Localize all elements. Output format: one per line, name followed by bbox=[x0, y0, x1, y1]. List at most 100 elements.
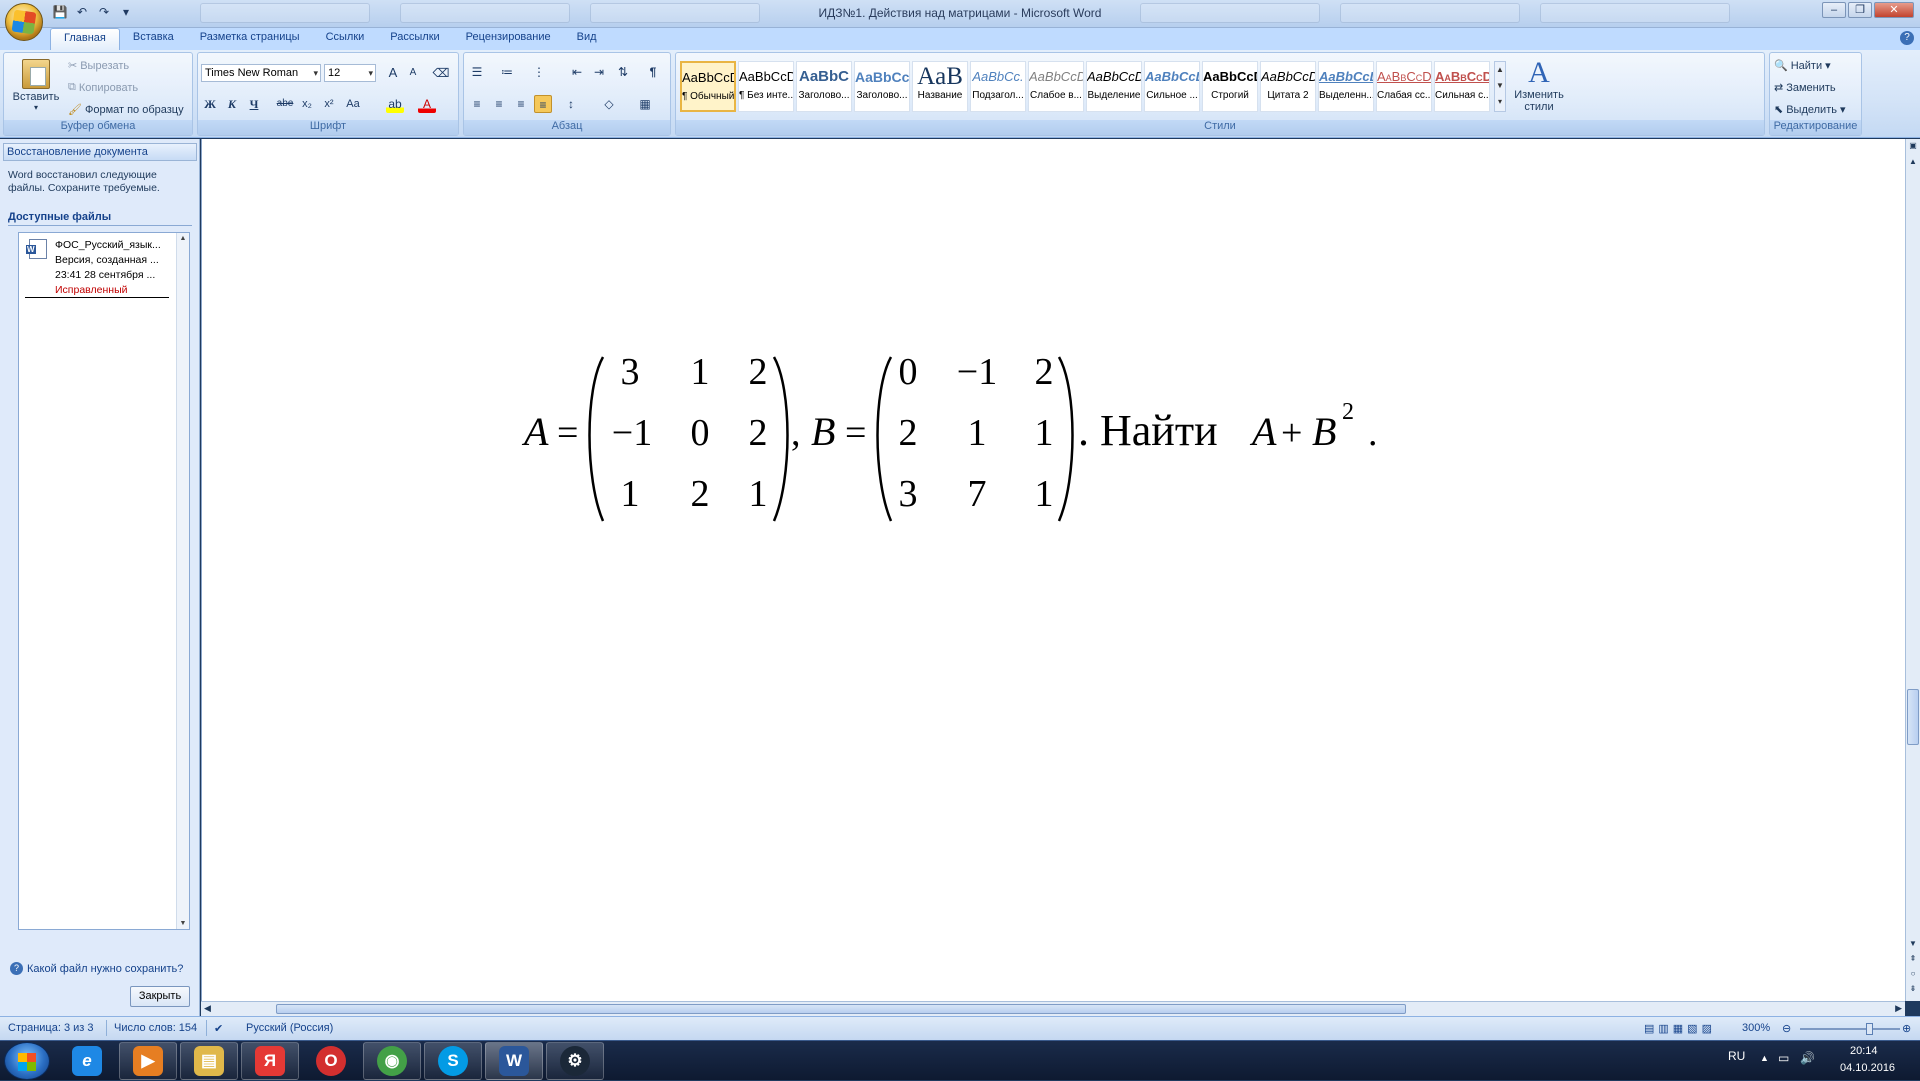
zoom-out-icon[interactable]: ⊖ bbox=[1782, 1022, 1791, 1035]
bullets-icon[interactable]: ☰ bbox=[468, 63, 486, 81]
superscript-icon[interactable]: x² bbox=[320, 95, 338, 113]
style-quote[interactable]: AaBbCcDı Цитата 2 bbox=[1260, 61, 1316, 112]
page-indicator[interactable]: Страница: 3 из 3 bbox=[8, 1022, 94, 1034]
language-indicator[interactable]: Русский (Россия) bbox=[246, 1022, 333, 1034]
taskbar-app[interactable]: Я bbox=[241, 1042, 299, 1080]
maximize-button[interactable]: ❐ bbox=[1848, 2, 1872, 18]
shrink-font-icon[interactable]: A bbox=[404, 64, 422, 82]
zoom-slider[interactable] bbox=[1800, 1023, 1900, 1035]
clock-time[interactable]: 20:14 bbox=[1850, 1045, 1878, 1057]
multilevel-list-icon[interactable]: ⋮ bbox=[530, 63, 548, 81]
ruler-toggle-icon[interactable]: ▣ bbox=[1906, 141, 1920, 150]
show-marks-icon[interactable]: ¶ bbox=[644, 63, 662, 81]
paste-button[interactable]: Вставить ▾ bbox=[10, 57, 62, 117]
minimize-button[interactable]: – bbox=[1822, 2, 1846, 18]
taskbar-app[interactable]: ⚙ bbox=[546, 1042, 604, 1080]
font-family-combo[interactable]: Times New Roman bbox=[201, 64, 321, 82]
taskbar-app[interactable]: e bbox=[58, 1042, 116, 1080]
format-painter-button[interactable]: 🖌 Формат по образцу bbox=[68, 103, 184, 117]
numbering-icon[interactable]: ≔ bbox=[498, 63, 516, 81]
zoom-slider-thumb[interactable] bbox=[1866, 1023, 1873, 1035]
scroll-left-icon[interactable]: ◀ bbox=[204, 1003, 211, 1014]
taskbar-app[interactable]: ▶ bbox=[119, 1042, 177, 1080]
style-intense-emphasis[interactable]: AaBbCcDı Сильное ... bbox=[1144, 61, 1200, 112]
justify-icon[interactable]: ≡ bbox=[534, 95, 552, 113]
style-strong[interactable]: AaBbCcDc Строгий bbox=[1202, 61, 1258, 112]
highlight-icon[interactable]: ab bbox=[386, 95, 404, 113]
document-page[interactable]: A = 3 1 2 −1 0 2 1 2 1 , B = 0 −1 2 2 1 … bbox=[201, 139, 1905, 1001]
scroll-up-icon[interactable]: ▲ bbox=[177, 235, 189, 242]
style-subtitle[interactable]: AaBbCc. Подзагол... bbox=[970, 61, 1026, 112]
tab-references[interactable]: Ссылки bbox=[313, 28, 378, 50]
next-page-icon[interactable]: ⇟ bbox=[1906, 984, 1920, 993]
horizontal-scrollbar[interactable]: ◀ ▶ bbox=[201, 1001, 1905, 1016]
close-window-button[interactable]: ✕ bbox=[1874, 2, 1914, 18]
tab-home[interactable]: Главная bbox=[50, 28, 120, 50]
line-spacing-icon[interactable]: ↕ bbox=[562, 95, 580, 113]
change-case-icon[interactable]: Aa bbox=[344, 95, 362, 113]
find-button[interactable]: 🔍 Найти ▾ bbox=[1774, 59, 1831, 73]
subscript-icon[interactable]: x₂ bbox=[298, 95, 316, 113]
styles-scroll[interactable]: ▲ ▼ ▾ bbox=[1494, 61, 1506, 112]
sort-icon[interactable]: ⇅ bbox=[614, 63, 632, 81]
scroll-down-icon[interactable]: ▼ bbox=[1906, 939, 1920, 948]
start-button[interactable] bbox=[4, 1042, 50, 1080]
style-heading-2[interactable]: AaBbCc Заголово... bbox=[854, 61, 910, 112]
bold-icon[interactable]: Ж bbox=[201, 95, 219, 113]
view-buttons[interactable]: ▤▥▦▧▨ bbox=[1644, 1022, 1716, 1035]
replace-button[interactable]: ⇄ Заменить bbox=[1774, 81, 1836, 95]
style-intense-reference[interactable]: AaBbCcDı Сильная с... bbox=[1434, 61, 1490, 112]
spellcheck-icon[interactable]: ✔ bbox=[214, 1022, 223, 1035]
shading-icon[interactable]: ◇ bbox=[600, 95, 618, 113]
keyboard-language[interactable]: RU bbox=[1728, 1049, 1745, 1063]
file-list-scrollbar[interactable]: ▲ ▼ bbox=[176, 233, 189, 929]
browse-object-icon[interactable]: ○ bbox=[1906, 969, 1920, 978]
tray-expand-icon[interactable]: ▲ bbox=[1760, 1053, 1769, 1063]
align-center-icon[interactable]: ≡ bbox=[490, 95, 508, 113]
style-title[interactable]: AaB Название bbox=[912, 61, 968, 112]
style-intense-quote[interactable]: AaBbCcDı Выделенн... bbox=[1318, 61, 1374, 112]
underline-icon[interactable]: Ч bbox=[245, 95, 263, 113]
italic-icon[interactable]: К bbox=[223, 95, 241, 113]
copy-button[interactable]: ⧉ Копировать bbox=[68, 81, 138, 94]
tab-page-layout[interactable]: Разметка страницы bbox=[187, 28, 313, 50]
select-button[interactable]: ⬉ Выделить ▾ bbox=[1774, 103, 1846, 117]
zoom-level[interactable]: 300% bbox=[1742, 1022, 1770, 1034]
strikethrough-icon[interactable]: abe bbox=[276, 95, 294, 113]
grow-font-icon[interactable]: A bbox=[384, 64, 402, 82]
font-size-combo[interactable]: 12 bbox=[324, 64, 376, 82]
change-styles-button[interactable]: A Изменить стили bbox=[1510, 57, 1568, 117]
style-emphasis[interactable]: AaBbCcDı Выделение bbox=[1086, 61, 1142, 112]
taskbar-app[interactable]: ◉ bbox=[363, 1042, 421, 1080]
font-color-icon[interactable]: A bbox=[418, 95, 436, 113]
recovered-file-item[interactable]: ФОС_Русский_язык... Версия, созданная ..… bbox=[19, 233, 177, 303]
style-normal[interactable]: AaBbCcDc ¶ Обычный bbox=[680, 61, 736, 112]
clock-date[interactable]: 04.10.2016 bbox=[1840, 1062, 1895, 1074]
office-button[interactable] bbox=[5, 3, 43, 41]
word-count[interactable]: Число слов: 154 bbox=[114, 1022, 197, 1034]
scroll-thumb[interactable] bbox=[276, 1004, 1406, 1014]
align-left-icon[interactable]: ≡ bbox=[468, 95, 486, 113]
vertical-scrollbar[interactable]: ▣ ▲ ▼ ⇞ ○ ⇟ bbox=[1905, 139, 1920, 1001]
scroll-thumb[interactable] bbox=[1907, 689, 1919, 745]
borders-icon[interactable]: ▦ bbox=[636, 95, 654, 113]
increase-indent-icon[interactable]: ⇥ bbox=[590, 63, 608, 81]
style-subtle-reference[interactable]: AaBbCcDı Слабая сс... bbox=[1376, 61, 1432, 112]
style-subtle-emphasis[interactable]: AaBbCcDı Слабое в... bbox=[1028, 61, 1084, 112]
previous-page-icon[interactable]: ⇞ bbox=[1906, 954, 1920, 963]
zoom-in-icon[interactable]: ⊕ bbox=[1902, 1022, 1911, 1035]
volume-icon[interactable]: 🔊 bbox=[1800, 1051, 1815, 1065]
clear-formatting-icon[interactable]: ⌫ bbox=[432, 64, 450, 82]
style-heading-1[interactable]: AaBbC Заголово... bbox=[796, 61, 852, 112]
taskbar-app[interactable]: O bbox=[302, 1042, 360, 1080]
decrease-indent-icon[interactable]: ⇤ bbox=[568, 63, 586, 81]
tab-mailings[interactable]: Рассылки bbox=[377, 28, 452, 50]
taskbar-app[interactable]: S bbox=[424, 1042, 482, 1080]
help-icon[interactable]: ? bbox=[1900, 31, 1914, 45]
taskbar-app[interactable]: W bbox=[485, 1042, 543, 1080]
align-right-icon[interactable]: ≡ bbox=[512, 95, 530, 113]
network-icon[interactable]: ▭ bbox=[1778, 1051, 1789, 1065]
scroll-down-icon[interactable]: ▼ bbox=[177, 920, 189, 927]
help-link[interactable]: ? Какой файл нужно сохранить? bbox=[10, 962, 183, 975]
tab-view[interactable]: Вид bbox=[564, 28, 610, 50]
